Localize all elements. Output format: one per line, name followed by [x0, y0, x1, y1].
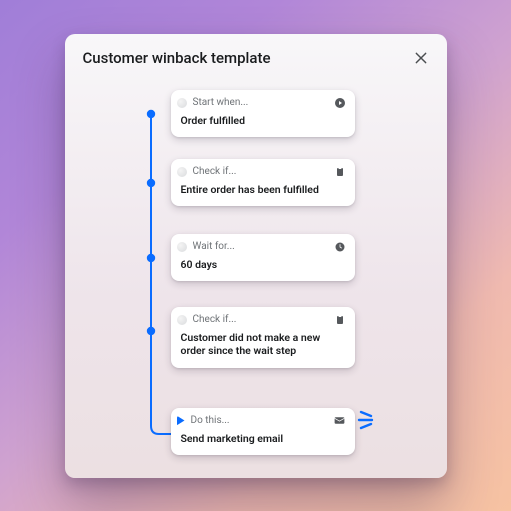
mail-icon	[333, 414, 347, 428]
template-panel: Customer winback template Start when...	[65, 34, 447, 478]
step-type-label: Check if...	[193, 166, 327, 177]
highlight-burst-icon	[357, 408, 387, 432]
step-type-label: Wait for...	[193, 241, 327, 252]
step-grip-icon	[177, 98, 187, 108]
workflow-canvas: Start when... Order fulfilled Check if..…	[65, 78, 447, 466]
step-grip-icon	[177, 167, 187, 177]
close-button[interactable]	[411, 48, 431, 68]
play-icon	[333, 96, 347, 110]
workflow-step-condition[interactable]: Check if... Entire order has been fulfil…	[171, 159, 355, 207]
step-description: Customer did not make a new order since …	[171, 327, 355, 368]
step-type-label: Start when...	[193, 97, 327, 108]
clock-icon	[333, 240, 347, 254]
step-grip-icon	[177, 315, 187, 325]
workflow-step-action[interactable]: Do this... Send marketing email	[171, 408, 355, 456]
panel-title: Customer winback template	[83, 49, 271, 67]
panel-header: Customer winback template	[65, 34, 447, 78]
step-grip-icon	[177, 242, 187, 252]
workflow-step-start[interactable]: Start when... Order fulfilled	[171, 90, 355, 138]
workflow-step-wait[interactable]: Wait for... 60 days	[171, 234, 355, 282]
step-description: Entire order has been fulfilled	[171, 179, 355, 207]
close-icon	[413, 50, 429, 66]
workflow-step-condition[interactable]: Check if... Customer did not make a new …	[171, 307, 355, 368]
step-type-label: Do this...	[191, 415, 327, 426]
step-type-label: Check if...	[193, 314, 327, 325]
step-description: 60 days	[171, 254, 355, 282]
clipboard-icon	[333, 165, 347, 179]
step-marker-icon	[177, 416, 185, 426]
step-description: Send marketing email	[171, 428, 355, 456]
step-description: Order fulfilled	[171, 110, 355, 138]
clipboard-icon	[333, 313, 347, 327]
